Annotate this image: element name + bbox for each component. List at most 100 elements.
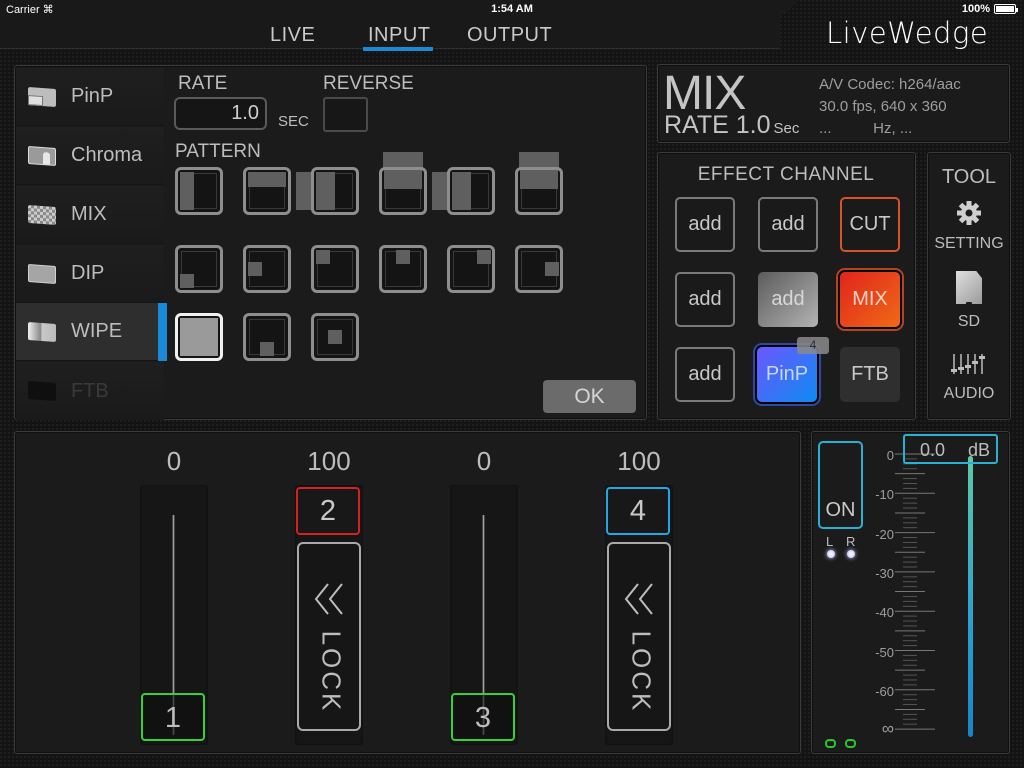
db-unit: dB: [968, 440, 991, 460]
pattern-tile[interactable]: [379, 245, 427, 293]
battery-label: 100%: [961, 3, 990, 15]
active-indicator: [158, 303, 167, 361]
effect-channel-add-button[interactable]: add: [675, 272, 735, 327]
pattern-tile[interactable]: [515, 245, 563, 293]
ok-button[interactable]: OK: [543, 380, 636, 413]
db-scale-ticks: [895, 453, 935, 730]
db-scale-label: -30: [875, 565, 894, 581]
rate-label: RATE: [178, 73, 228, 94]
pattern-tile[interactable]: [175, 167, 223, 215]
gear-icon[interactable]: [956, 200, 982, 226]
pattern-tile[interactable]: [243, 313, 291, 361]
pattern-tile[interactable]: [447, 245, 495, 293]
db-scale-label: -10: [875, 487, 894, 503]
channel-4-label: 4: [606, 487, 670, 535]
pattern-label: PATTERN: [175, 141, 261, 162]
effect-channel-pinp-button[interactable]: PinP: [757, 347, 817, 402]
sidebar-item-label: WIPE: [71, 320, 123, 342]
db-value: 0.0: [920, 440, 946, 460]
rate-unit: SEC: [278, 113, 309, 130]
audio-level-meter[interactable]: [968, 456, 973, 737]
sidebar-item-chroma[interactable]: Chroma: [16, 127, 164, 185]
audio-on-button[interactable]: ON: [818, 441, 863, 529]
pattern-tile[interactable]: [515, 167, 563, 215]
pattern-tile[interactable]: [379, 167, 427, 215]
sidebar-item-wipe[interactable]: WIPE: [16, 303, 167, 361]
tab-input[interactable]: INPUT: [368, 24, 431, 47]
dip-icon: [28, 263, 56, 284]
pattern-tile[interactable]: [311, 167, 359, 215]
reverse-checkbox[interactable]: [323, 97, 368, 132]
sidebar-item-label: PinP: [71, 85, 114, 107]
pattern-tile[interactable]: [311, 313, 359, 361]
codec-info: A/V Codec: h264/aac: [819, 76, 961, 93]
lock-button-2[interactable]: LOCK: [297, 542, 361, 731]
sd-button[interactable]: SD: [927, 313, 1011, 331]
pattern-tile[interactable]: [175, 245, 223, 293]
left-level-led: [827, 550, 835, 558]
fader-2-value: 100: [307, 446, 351, 476]
db-scale-label: ∞: [881, 719, 894, 739]
pattern-tile-selected[interactable]: [175, 313, 223, 361]
status-indicator-right: [845, 739, 856, 748]
right-level-led: [847, 550, 855, 558]
fader-1-knob[interactable]: 1: [141, 693, 205, 741]
sidebar-item-dip[interactable]: DIP: [16, 245, 164, 303]
tab-live[interactable]: LIVE: [270, 24, 315, 47]
pattern-tile[interactable]: [447, 167, 495, 215]
sidebar-item-label: DIP: [71, 262, 105, 284]
fader-3-knob[interactable]: 3: [451, 693, 515, 741]
fader-1-value: 0: [166, 446, 182, 476]
double-chevron-icon: [314, 583, 343, 615]
battery-status: 100%: [961, 3, 1018, 15]
db-scale-label: -60: [875, 683, 894, 699]
effect-channel-ftb-button[interactable]: FTB: [840, 347, 900, 402]
status-time: 1:54 AM: [491, 3, 533, 15]
tab-output[interactable]: OUTPUT: [467, 24, 552, 47]
status-indicator-left: [825, 739, 836, 748]
tool-title: TOOL: [941, 166, 997, 188]
pattern-tile[interactable]: [311, 245, 359, 293]
sidebar-item-pinp[interactable]: PinP: [16, 68, 164, 126]
pinp-icon: [28, 86, 56, 107]
effect-channel-add-button[interactable]: add: [675, 347, 735, 402]
effect-channel-add-button[interactable]: add: [675, 197, 735, 252]
lock-label: LOCK: [626, 630, 657, 714]
effect-channel-add-button[interactable]: add: [758, 197, 818, 252]
slide-indicator: [519, 152, 559, 168]
active-tab-indicator: [363, 47, 433, 51]
setting-button[interactable]: SETTING: [927, 235, 1011, 253]
fader-3-value: 0: [476, 446, 492, 476]
sidebar-item-label: MIX: [71, 203, 107, 225]
sd-card-icon[interactable]: [956, 271, 982, 304]
sidebar-item-mix[interactable]: MIX: [16, 186, 164, 244]
sidebar-item-label: Chroma: [71, 144, 143, 166]
effect-channel-cut-button[interactable]: CUT: [840, 197, 900, 252]
effect-channel-mix-button[interactable]: MIX: [840, 272, 900, 327]
rate-input[interactable]: 1.0: [174, 97, 267, 130]
pattern-tile[interactable]: [243, 167, 291, 215]
rate-value: 1.0: [735, 111, 771, 139]
db-scale-label: 0: [886, 448, 894, 463]
battery-icon: [994, 4, 1018, 14]
effect-channel-add-button-selected[interactable]: add: [758, 272, 818, 327]
fader-panel: [14, 431, 801, 754]
reverse-label: REVERSE: [323, 73, 414, 94]
audio-mixer-icon[interactable]: [950, 353, 988, 375]
db-scale-label: -40: [875, 605, 894, 621]
wipe-icon: [28, 321, 56, 342]
db-scale-label: -50: [875, 644, 894, 660]
video-info: 30.0 fps, 640 x 360: [819, 98, 947, 115]
slide-indicator: [383, 152, 423, 168]
sidebar-item-ftb[interactable]: FTB: [16, 362, 164, 420]
fader-4-value: 100: [617, 446, 661, 476]
current-rate: RATE 1.0 Sec: [664, 111, 799, 140]
audio-button[interactable]: AUDIO: [927, 385, 1011, 403]
effect-channel-title: EFFECT CHANNEL: [697, 164, 875, 185]
pattern-tile[interactable]: [243, 245, 291, 293]
sidebar-item-label: FTB: [71, 379, 109, 402]
pinp-channel-badge: 4: [797, 337, 829, 354]
audio-info: ... Hz, ...: [819, 120, 913, 137]
lock-label: LOCK: [316, 630, 347, 714]
lock-button-4[interactable]: LOCK: [607, 542, 671, 731]
